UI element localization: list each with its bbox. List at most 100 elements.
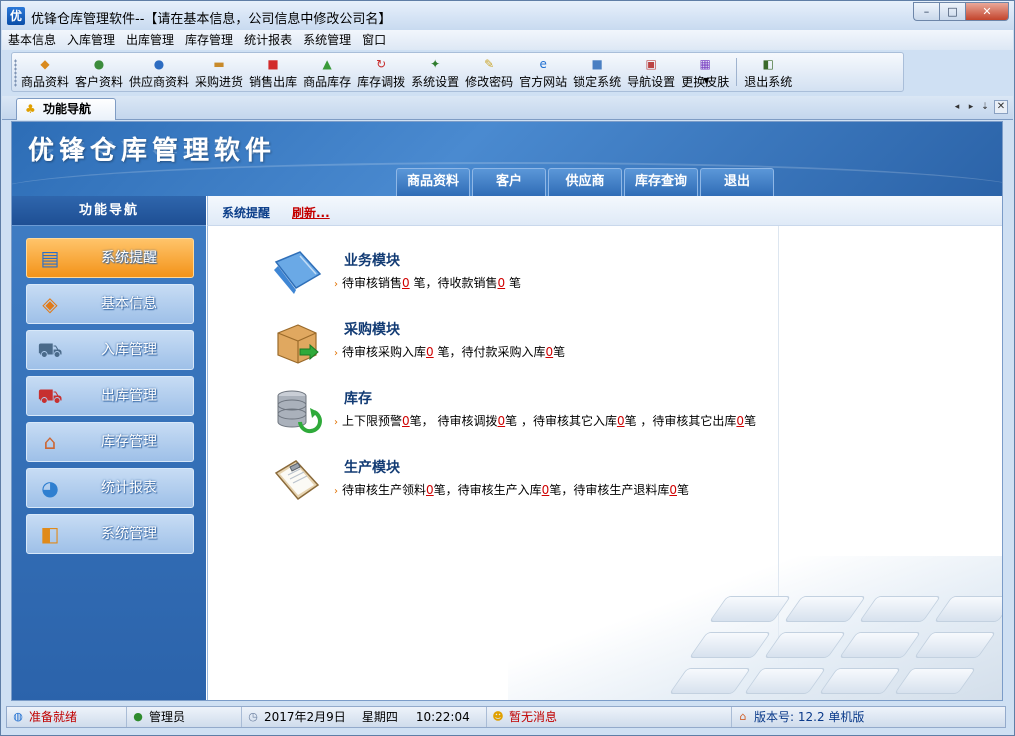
toolbar-button-lock[interactable]: ■ 锁定系统 xyxy=(570,53,624,91)
sidebar-item-reminder[interactable]: ▤ 系统提醒 xyxy=(26,238,194,278)
pending-count-link[interactable]: 0 xyxy=(402,414,410,428)
pending-count-link[interactable]: 0 xyxy=(402,276,410,290)
toolbar-separator xyxy=(736,58,738,86)
sidebar-item-cart-out[interactable]: ⛟ 出库管理 xyxy=(26,376,194,416)
banner: 优锋仓库管理软件 优锋仓库管理软件 商品资料 客户 供应商 库存查询 退出 xyxy=(12,122,1002,196)
module-title[interactable]: 生产模块 xyxy=(344,457,400,477)
refresh-link[interactable]: 刷新... xyxy=(292,204,330,221)
status-datetime: ◷ 2017年2月9日 星期四 10:22:04 xyxy=(242,707,487,727)
module-description: › 待审核销售0 笔，待收款销售0 笔 xyxy=(334,274,521,291)
status-ready-text: 准备就绪 xyxy=(29,710,78,724)
menu-item[interactable]: 入库管理 xyxy=(62,30,120,50)
module-text: 笔 xyxy=(676,483,689,497)
nav-tab-icon: ♣ xyxy=(25,102,36,116)
report-icon: ◕ xyxy=(41,476,59,500)
keyboard-key-decoration xyxy=(818,668,902,694)
keyboard-key-decoration xyxy=(933,596,1002,622)
content-frame: 优锋仓库管理软件 优锋仓库管理软件 商品资料 客户 供应商 库存查询 退出 功能导航 ▤… xyxy=(11,121,1003,701)
banner-tab[interactable]: 供应商 xyxy=(548,168,622,196)
tab-list-icon[interactable]: ⇣ xyxy=(980,100,990,114)
status-date: 2017年2月9日 xyxy=(264,710,346,724)
menu-item[interactable]: 窗口 xyxy=(357,30,391,50)
module-title[interactable]: 采购模块 xyxy=(344,319,400,339)
toolbar-button-package[interactable]: ◆ 商品资料 xyxy=(18,53,72,91)
toolbar-grip[interactable] xyxy=(14,59,17,87)
message-icon: ☻ xyxy=(492,710,504,723)
toolbar-button-label: 修改密码 xyxy=(465,75,514,89)
dropdown-arrow-icon[interactable]: ▼ xyxy=(703,76,709,85)
module-description: › 上下限预警0笔， 待审核调拨0笔 ，待审核其它入库0笔 ，待审核其它出库0笔 xyxy=(334,412,756,429)
pending-count-link[interactable]: 0 xyxy=(669,483,677,497)
toolbar: ◆ 商品资料 ● 客户资料 ● 供应商资料 ▬ 采购进货 ■ 销售出库 ▲ 商品库存 ↻ 库存调拨 ✦ 系统设… xyxy=(11,52,904,92)
toolbar-button-stock[interactable]: ▲ 商品库存 xyxy=(300,53,354,91)
banner-tab[interactable]: 客户 xyxy=(472,168,546,196)
toolbar-button-transfer[interactable]: ↻ 库存调拨 xyxy=(354,53,408,91)
sidebar-item-warehouse[interactable]: ⌂ 库存管理 xyxy=(26,422,194,462)
clipboard-icon xyxy=(270,455,326,505)
banner-tab[interactable]: 退出 xyxy=(700,168,774,196)
tab-function-nav[interactable]: ♣ 功能导航 xyxy=(16,98,116,120)
status-time: 10:22:04 xyxy=(415,710,470,724)
pending-count-link[interactable]: 0 xyxy=(426,483,434,497)
pending-count-link[interactable]: 0 xyxy=(497,276,505,290)
module-title[interactable]: 业务模块 xyxy=(344,250,400,270)
pending-count-link[interactable]: 0 xyxy=(497,414,505,428)
banner-tab[interactable]: 商品资料 xyxy=(396,168,470,196)
toolbar-button-label: 商品资料 xyxy=(21,75,70,89)
module-1: 采购模块 › 待审核采购入库0 笔，待付款采购入库0笔 xyxy=(270,317,790,373)
pending-count-link[interactable]: 0 xyxy=(736,414,744,428)
toolbar-button-supplier[interactable]: ● 供应商资料 xyxy=(126,53,192,91)
toolbar-button-customer[interactable]: ● 客户资料 xyxy=(72,53,126,91)
toolbar-button-settings[interactable]: ✦ 系统设置 xyxy=(408,53,462,91)
toolbar-button-key[interactable]: ✎ 修改密码 xyxy=(462,53,516,91)
toolbar-button-sales[interactable]: ■ 销售出库 xyxy=(246,53,300,91)
module-text: 待审核采购入库 xyxy=(342,345,427,359)
toolbar-button-label: 系统设置 xyxy=(411,75,460,89)
banner-tabs: 商品资料 客户 供应商 库存查询 退出 xyxy=(396,168,774,196)
menu-item[interactable]: 基本信息 xyxy=(3,30,61,50)
maximize-button[interactable]: □ xyxy=(939,2,965,21)
keyboard-key-decoration xyxy=(668,668,752,694)
sidebar-item-system[interactable]: ◧ 系统管理 xyxy=(26,514,194,554)
menu-item[interactable]: 出库管理 xyxy=(121,30,179,50)
customer-icon: ● xyxy=(93,57,105,71)
toolbar-button-ie[interactable]: e 官方网站 xyxy=(516,53,570,91)
module-description: › 待审核采购入库0 笔，待付款采购入库0笔 xyxy=(334,343,565,360)
pending-count-link[interactable]: 0 xyxy=(617,414,625,428)
tab-scroll-right-icon[interactable]: ▸ xyxy=(966,100,976,114)
sidebar-item-basic-info[interactable]: ◈ 基本信息 xyxy=(26,284,194,324)
module-title[interactable]: 库存 xyxy=(344,388,372,408)
menu-item[interactable]: 系统管理 xyxy=(298,30,356,50)
tab-scroll-left-icon[interactable]: ◂ xyxy=(952,100,962,114)
sidebar-item-label: 系统提醒 xyxy=(101,250,157,266)
toolbar-button-nav-settings[interactable]: ▣ 导航设置 xyxy=(624,53,678,91)
minimize-button[interactable]: – xyxy=(913,2,939,21)
nav-header: 功能导航 xyxy=(12,196,206,226)
menu-item[interactable]: 统计报表 xyxy=(239,30,297,50)
banner-tab[interactable]: 库存查询 xyxy=(624,168,698,196)
menu-item[interactable]: 库存管理 xyxy=(180,30,238,50)
key-icon: ✎ xyxy=(484,57,495,71)
module-text: 笔， 待审核调拨 xyxy=(409,414,498,428)
module-text: 待审核销售 xyxy=(342,276,403,290)
package-icon: ◆ xyxy=(40,57,50,71)
status-message-text: 暂无消息 xyxy=(509,710,558,724)
tab-close-icon[interactable]: ✕ xyxy=(994,100,1008,114)
sidebar-item-cart-in[interactable]: ⛟ 入库管理 xyxy=(26,330,194,370)
keyboard-key-decoration xyxy=(688,632,772,658)
clock-icon: ◷ xyxy=(248,710,258,723)
breadcrumb-title: 系统提醒 xyxy=(222,206,271,220)
pending-count-link[interactable]: 0 xyxy=(426,345,434,359)
module-text: 笔 ，待审核其它入库 xyxy=(505,414,617,428)
toolbar-button-skin[interactable]: ▦ 更换皮肤 ▼ xyxy=(678,53,732,91)
sidebar-item-report[interactable]: ◕ 统计报表 xyxy=(26,468,194,508)
globe-icon: ◍ xyxy=(13,710,23,723)
toolbar-button-truck[interactable]: ▬ 采购进货 xyxy=(192,53,246,91)
settings-icon: ✦ xyxy=(430,57,441,71)
pending-count-link[interactable]: 0 xyxy=(545,345,553,359)
keyboard-key-decoration xyxy=(838,632,922,658)
toolbar-button-label: 采购进货 xyxy=(195,75,244,89)
keyboard-decoration xyxy=(508,556,1002,700)
toolbar-button-exit[interactable]: ◧ 退出系统 xyxy=(741,53,795,91)
close-button[interactable]: ✕ xyxy=(965,2,1009,21)
